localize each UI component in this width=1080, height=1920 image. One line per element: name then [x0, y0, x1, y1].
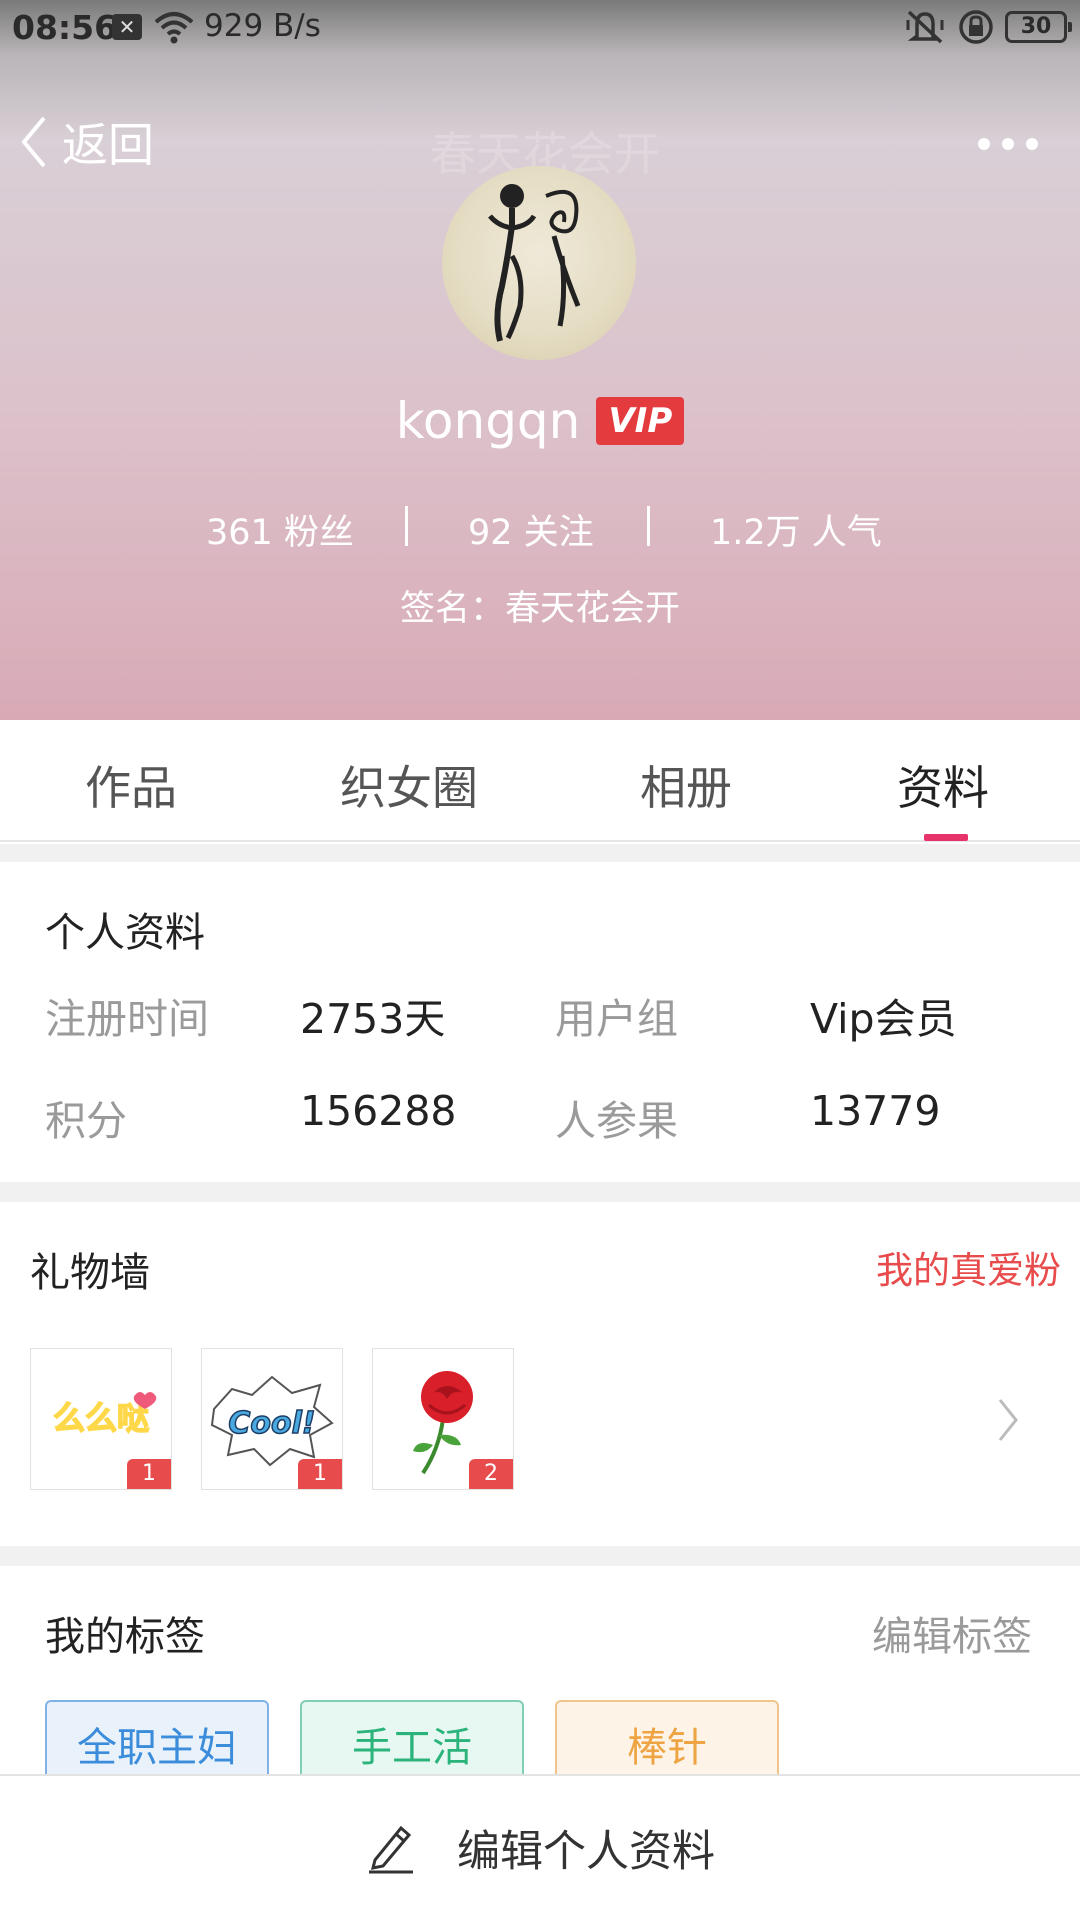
following-count[interactable]: 92 关注 [468, 504, 594, 555]
gift-item[interactable]: 么么哒 1 [30, 1348, 172, 1490]
info-label: 注册时间 [45, 995, 209, 1043]
profile-section-title: 个人资料 [45, 910, 205, 956]
stat-divider [647, 506, 650, 546]
vip-badge: VIP [596, 397, 685, 445]
pencil-icon [369, 1825, 413, 1874]
notification-x-icon: ✕ [112, 14, 142, 40]
gift-item[interactable]: Cool! 1 [201, 1348, 343, 1490]
mute-icon [906, 10, 944, 44]
edit-profile-label: 编辑个人资料 [457, 1827, 715, 1877]
edit-profile-button[interactable]: 编辑个人资料 [0, 1774, 1080, 1920]
edit-tags-button[interactable]: 编辑标签 [872, 1604, 1032, 1662]
info-label: 人参果 [555, 1097, 678, 1145]
dot-icon [1002, 138, 1014, 150]
info-value: 156288 [300, 1087, 457, 1135]
rotation-lock-icon [959, 10, 993, 44]
stats-row: 361 粉丝 92 关注 1.2万 人气 [0, 500, 1080, 556]
gift-count-badge: 2 [469, 1459, 513, 1489]
username: kongqn [395, 392, 581, 450]
profile-header: 08:56 ✕ 929 B/s 30 返回 春天花会开 kongqn VIP 3… [0, 0, 1080, 720]
back-button[interactable]: 返回 [20, 112, 154, 172]
signature: 签名：春天花会开 [399, 589, 680, 629]
tab-weaver-circle[interactable]: 织女圈 [340, 752, 478, 818]
tab-works[interactable]: 作品 [85, 752, 177, 818]
profile-tabs: 作品 织女圈 相册 资料 [0, 720, 1080, 842]
gift-count-badge: 1 [127, 1459, 171, 1489]
active-tab-indicator [924, 834, 968, 841]
battery-icon: 30 [1005, 11, 1072, 43]
back-label: 返回 [62, 118, 154, 172]
info-value: 2753天 [300, 995, 446, 1043]
wifi-icon [154, 12, 194, 44]
tab-profile[interactable]: 资料 [897, 752, 989, 818]
status-time: 08:56 [12, 8, 118, 47]
info-value: Vip会员 [810, 995, 957, 1043]
info-value: 13779 [810, 1087, 941, 1135]
status-bar: 08:56 ✕ 929 B/s 30 [0, 0, 1080, 56]
name-row: kongqn VIP [0, 392, 1080, 450]
fans-count[interactable]: 361 粉丝 [206, 504, 354, 555]
info-label: 用户组 [555, 995, 678, 1043]
tab-album[interactable]: 相册 [640, 752, 732, 818]
info-label: 积分 [45, 1097, 127, 1145]
gift-item[interactable]: 2 [372, 1348, 514, 1490]
avatar-art [488, 184, 581, 342]
section-divider [0, 1182, 1080, 1202]
stat-divider [405, 506, 408, 546]
gifts-section-title: 礼物墙 [30, 1250, 150, 1296]
popularity-count: 1.2万 人气 [710, 513, 882, 553]
true-fans-link[interactable]: 我的真爱粉 [876, 1240, 1061, 1294]
dot-icon [1026, 138, 1038, 150]
more-options-button[interactable] [978, 124, 1038, 164]
gift-count-badge: 1 [298, 1459, 342, 1489]
svg-text:Cool!: Cool! [228, 1406, 315, 1441]
dot-icon [978, 138, 990, 150]
chevron-left-icon [21, 116, 46, 168]
chevron-right-icon[interactable] [996, 1396, 1020, 1444]
avatar[interactable] [442, 166, 636, 360]
section-divider [0, 844, 1080, 862]
network-speed: 929 B/s [204, 8, 321, 44]
section-divider [0, 1546, 1080, 1566]
svg-text:么么哒: 么么哒 [53, 1399, 149, 1437]
tags-section-title: 我的标签 [45, 1614, 205, 1660]
